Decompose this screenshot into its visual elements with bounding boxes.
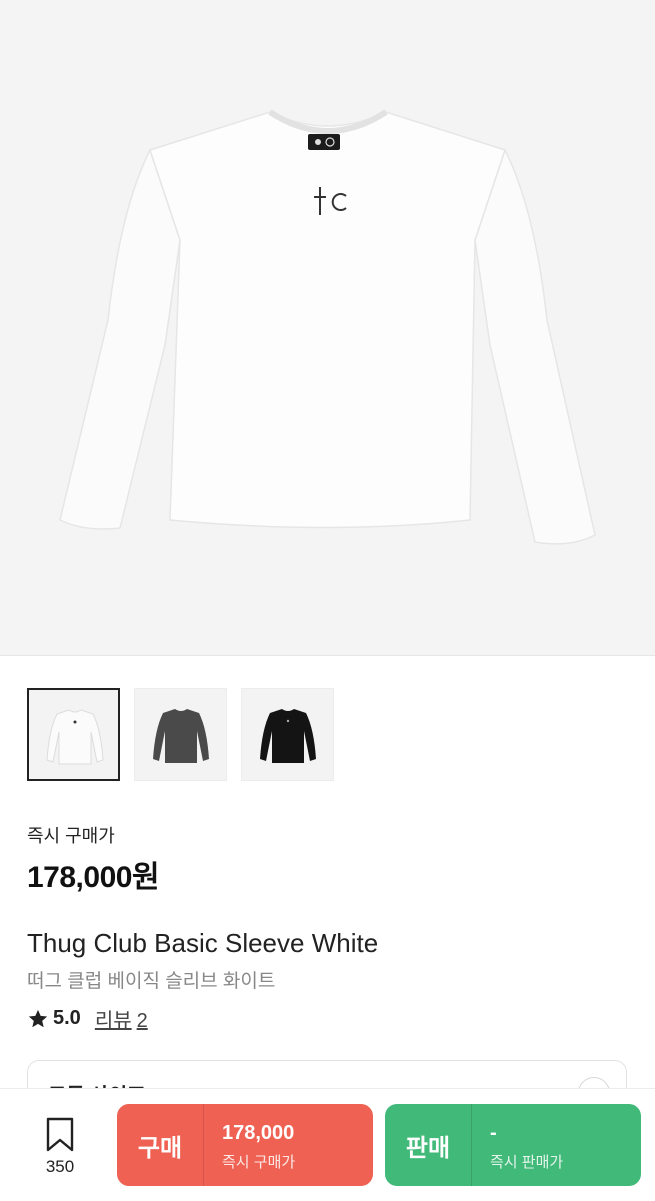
gray-tee-thumbnail-image [153,709,209,763]
black-tee-thumbnail-image [260,709,316,763]
wishlist-count: 350 [45,1157,75,1176]
rating-score: 5.0 [53,1007,81,1029]
bottom-action-bar: 350 구매 178,000 즉시 구매가 판매 - 즉시 판매가 [0,1088,655,1201]
thumbnail-white[interactable] [27,688,120,781]
buy-price: 178,000 [222,1122,295,1144]
rating-row: 5.0 리뷰 2 [27,1004,148,1033]
sell-caption: 즉시 판매가 [490,1154,564,1171]
instant-buy-price-label: 즉시 구매가 [27,826,115,846]
product-subtitle: 떠그 클럽 베이직 슬리브 화이트 [27,971,276,992]
product-main-image[interactable] [0,0,655,656]
sell-button[interactable]: 판매 - 즉시 판매가 [385,1104,641,1186]
star-icon [28,1009,48,1027]
product-title: Thug Club Basic Sleeve White [27,928,379,958]
review-label: 리뷰 [94,1010,132,1032]
thumbnail-list [27,688,334,781]
white-tee-thumbnail-image [46,709,104,765]
white-long-sleeve-tee-image [59,109,596,545]
bookmark-icon [46,1117,74,1152]
wishlist-button[interactable]: 350 [38,1117,82,1177]
buy-button-label: 구매 [117,1104,204,1186]
buy-caption: 즉시 구매가 [222,1154,296,1171]
buy-button[interactable]: 구매 178,000 즉시 구매가 [117,1104,373,1186]
sell-button-label: 판매 [385,1104,472,1186]
review-count: 2 [136,1010,148,1032]
product-price: 178,000원 [27,861,160,894]
thumbnail-black[interactable] [241,688,334,781]
sell-price: - [490,1122,497,1144]
thumbnail-gray[interactable] [134,688,227,781]
review-link[interactable]: 리뷰 2 [95,1004,148,1033]
